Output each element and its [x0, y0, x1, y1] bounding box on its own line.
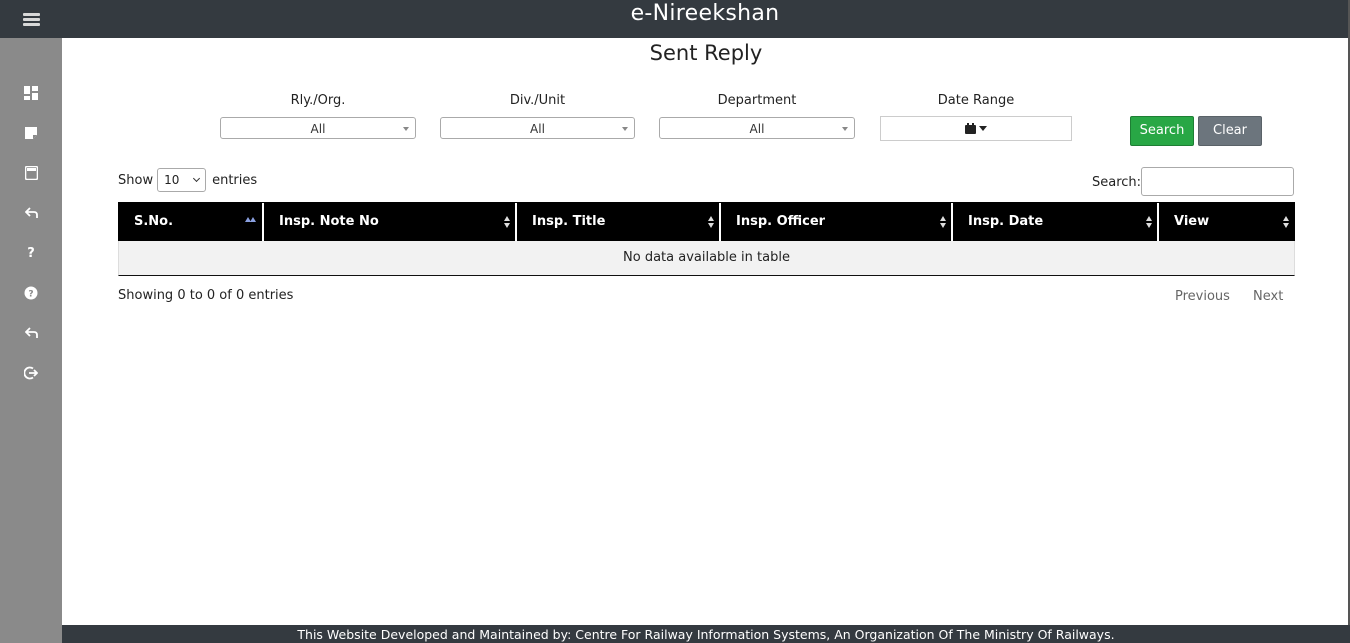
column-insp-title[interactable]: Insp. Title: [517, 203, 721, 241]
dropdown-arrow-icon: [403, 127, 409, 131]
search-button[interactable]: Search: [1130, 116, 1194, 146]
column-view[interactable]: View: [1159, 203, 1294, 241]
note-icon[interactable]: [23, 125, 39, 141]
question-circle-icon[interactable]: ?: [23, 285, 39, 301]
column-insp-note-no[interactable]: Insp. Note No: [264, 203, 517, 241]
dashboard-icon[interactable]: [23, 85, 39, 101]
length-menu: Show 10 entries: [118, 168, 257, 192]
entries-value: 10: [164, 173, 180, 187]
page-title: Sent Reply: [649, 41, 763, 65]
column-sno-label: S.No.: [134, 214, 174, 229]
column-insp-date-label: Insp. Date: [968, 214, 1044, 229]
reply-icon[interactable]: [23, 205, 39, 221]
empty-table-message: No data available in table: [118, 241, 1295, 276]
entries-select[interactable]: 10: [157, 168, 207, 192]
column-insp-officer-label: Insp. Officer: [736, 214, 826, 229]
column-view-label: View: [1174, 214, 1210, 229]
column-insp-note-no-label: Insp. Note No: [279, 214, 379, 229]
chevron-down-icon: [193, 174, 201, 183]
sort-icon: [1146, 216, 1152, 228]
app-title: e-Nireekshan: [630, 1, 780, 26]
svg-text:?: ?: [28, 290, 33, 300]
sort-icon: [708, 216, 714, 228]
table-info: Showing 0 to 0 of 0 entries: [118, 288, 294, 303]
department-label: Department: [717, 93, 797, 108]
table-search-input[interactable]: [1141, 167, 1294, 196]
entries-label: entries: [212, 172, 258, 188]
department-value: All: [749, 122, 765, 136]
caret-down-icon: [979, 126, 987, 131]
previous-page-button[interactable]: Previous: [1175, 289, 1230, 304]
column-insp-title-label: Insp. Title: [532, 214, 606, 229]
rly-org-label: Rly./Org.: [290, 93, 346, 108]
sort-icon: [504, 216, 510, 228]
calendar-icon: [965, 123, 976, 134]
rly-org-value: All: [310, 122, 326, 136]
help-icon[interactable]: ?: [23, 245, 39, 261]
sidebar: ? ?: [0, 0, 62, 643]
column-sno[interactable]: S.No.: [119, 203, 264, 241]
footer: This Website Developed and Maintained by…: [62, 625, 1350, 643]
department-select[interactable]: All: [659, 117, 855, 139]
reply-icon[interactable]: [23, 325, 39, 341]
save-icon[interactable]: [23, 165, 39, 181]
show-label: Show: [118, 172, 154, 188]
div-unit-select[interactable]: All: [440, 117, 635, 139]
sidebar-toggle[interactable]: [0, 0, 62, 38]
sort-icon: [940, 216, 946, 228]
div-unit-value: All: [530, 122, 545, 136]
rly-org-select[interactable]: All: [220, 117, 416, 139]
table-header: S.No. Insp. Note No Insp. Title Insp. Of…: [118, 202, 1295, 242]
date-range-picker[interactable]: [880, 116, 1072, 141]
dropdown-arrow-icon: [842, 127, 848, 131]
sort-asc-icon: [245, 217, 257, 223]
menu-icon[interactable]: [22, 12, 40, 26]
dropdown-arrow-icon: [622, 127, 628, 131]
next-page-button[interactable]: Next: [1253, 289, 1283, 304]
logout-icon[interactable]: [23, 365, 39, 381]
top-header: e-Nireekshan: [62, 0, 1348, 38]
column-insp-date[interactable]: Insp. Date: [953, 203, 1159, 241]
table-search-label: Search:: [1092, 175, 1142, 190]
sort-icon: [1283, 216, 1289, 228]
clear-button[interactable]: Clear: [1198, 116, 1262, 146]
div-unit-label: Div./Unit: [509, 93, 566, 108]
column-insp-officer[interactable]: Insp. Officer: [721, 203, 953, 241]
date-range-label: Date Range: [937, 93, 1015, 108]
